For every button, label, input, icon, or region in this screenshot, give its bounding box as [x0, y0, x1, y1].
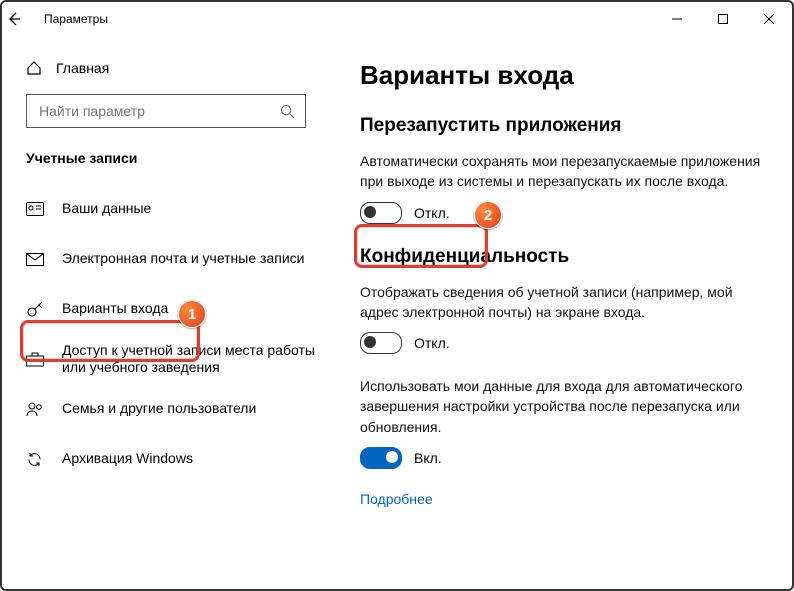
toggle-knob-icon: [364, 336, 376, 348]
privacy-toggle2-label: Вкл.: [414, 450, 442, 466]
titlebar: Параметры: [2, 2, 792, 36]
sidebar-item-family[interactable]: Семья и другие пользователи: [26, 384, 320, 434]
sidebar-item-label: Электронная почта и учетные записи: [62, 250, 320, 268]
search-box[interactable]: [26, 94, 306, 128]
sync-icon: [26, 451, 46, 468]
back-button[interactable]: [6, 11, 34, 27]
window-title: Параметры: [34, 12, 108, 26]
sidebar-item-label: Архивация Windows: [62, 450, 320, 468]
id-card-icon: [26, 202, 46, 216]
privacy-desc2: Использовать мои данные для входа для ав…: [360, 376, 762, 437]
window-controls: [654, 2, 792, 36]
toggle-knob-icon: [386, 451, 398, 463]
settings-window: Параметры Главная Учетные записи Ваши да…: [0, 0, 794, 591]
close-button[interactable]: [746, 2, 792, 36]
sidebar-item-backup[interactable]: Архивация Windows: [26, 434, 320, 484]
mail-icon: [26, 253, 46, 266]
minimize-button[interactable]: [654, 2, 700, 36]
close-icon: [764, 14, 774, 24]
sidebar-section: Учетные записи: [26, 150, 320, 166]
privacy-toggle1[interactable]: [360, 332, 402, 354]
restart-desc: Автоматически сохранять мои перезапускае…: [360, 151, 762, 192]
privacy-toggle2[interactable]: [360, 447, 402, 469]
people-icon: [26, 402, 46, 417]
learn-more-link[interactable]: Подробнее: [360, 491, 762, 507]
annotation-highlight-2: [354, 224, 488, 268]
privacy-desc1: Отображать сведения об учетной записи (н…: [360, 282, 762, 323]
maximize-icon: [718, 14, 728, 24]
minimize-icon: [672, 14, 682, 24]
maximize-button[interactable]: [700, 2, 746, 36]
annotation-highlight-1: [20, 320, 200, 362]
home-icon: [26, 60, 42, 76]
section-restart-title: Перезапустить приложения: [360, 115, 762, 137]
main-content: Варианты входа Перезапустить приложения …: [324, 36, 792, 589]
restart-toggle-row: Откл.: [360, 202, 762, 224]
privacy-toggle1-row: Откл.: [360, 332, 762, 354]
restart-toggle[interactable]: [360, 202, 402, 224]
sidebar-item-email[interactable]: Электронная почта и учетные записи: [26, 234, 320, 284]
page-title: Варианты входа: [360, 60, 762, 91]
sidebar-item-label: Ваши данные: [62, 200, 320, 218]
key-icon: [26, 300, 46, 318]
privacy-toggle1-label: Откл.: [414, 335, 450, 351]
home-label: Главная: [56, 60, 109, 76]
arrow-left-icon: [6, 11, 22, 27]
toggle-knob-icon: [364, 206, 376, 218]
sidebar: Главная Учетные записи Ваши данные Элект…: [2, 36, 324, 589]
search-icon: [280, 104, 295, 119]
search-input[interactable]: [37, 102, 271, 120]
restart-toggle-label: Откл.: [414, 205, 450, 221]
privacy-toggle2-row: Вкл.: [360, 447, 762, 469]
sidebar-item-label: Семья и другие пользователи: [62, 400, 320, 418]
sidebar-item-your-info[interactable]: Ваши данные: [26, 184, 320, 234]
annotation-badge-1: 1: [178, 300, 206, 328]
annotation-badge-2: 2: [474, 201, 502, 229]
sidebar-home[interactable]: Главная: [26, 50, 320, 86]
